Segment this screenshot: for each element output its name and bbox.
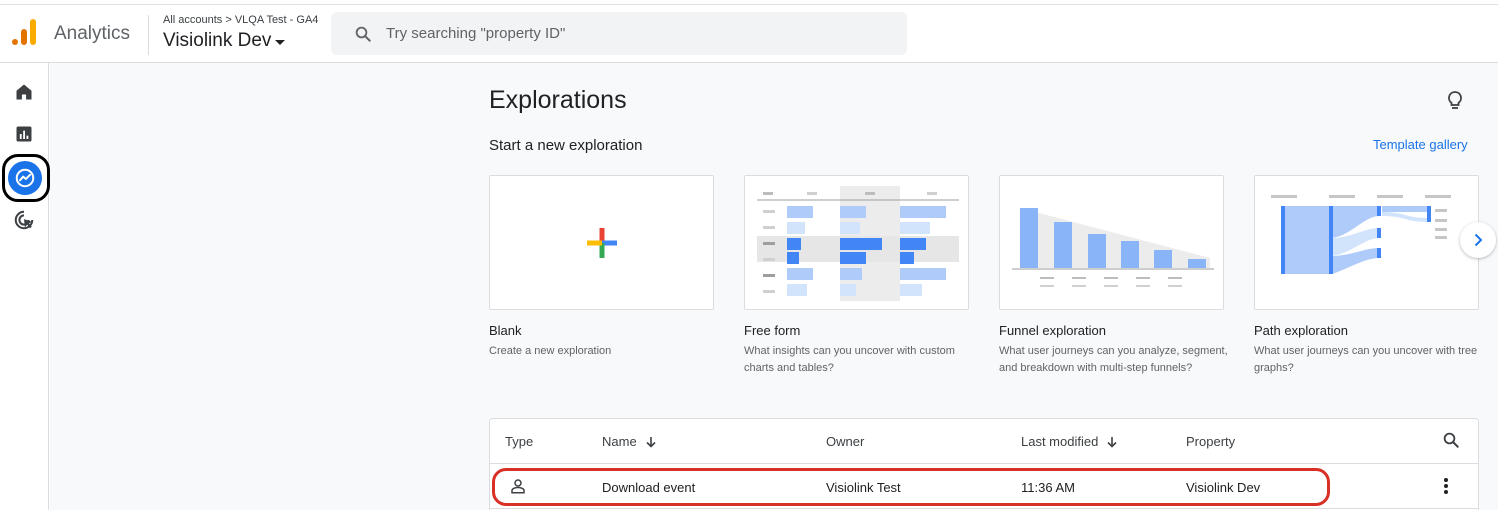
plus-icon — [587, 228, 617, 258]
section-title: Start a new exploration — [489, 137, 643, 154]
table-header: Type Name Owner Last modified Property — [490, 419, 1478, 464]
template-card-path[interactable] — [1254, 175, 1479, 310]
path-illustration-icon — [1271, 195, 1451, 274]
column-header-property[interactable]: Property — [1186, 434, 1235, 449]
column-label: Name — [602, 434, 637, 449]
table-search-button[interactable] — [1442, 431, 1460, 454]
free-form-illustration-icon — [757, 186, 959, 301]
row-more-button[interactable] — [1443, 477, 1449, 500]
account-breadcrumb[interactable]: All accounts > VLQA Test - GA4 — [163, 14, 318, 26]
template-title-path: Path exploration — [1254, 323, 1348, 338]
column-label: Last modified — [1021, 434, 1099, 449]
column-label: Type — [505, 434, 534, 449]
property-selector[interactable]: Visiolink Dev — [163, 30, 286, 52]
search-bar[interactable] — [331, 12, 907, 55]
funnel-illustration-icon — [1012, 208, 1214, 287]
explore-icon — [15, 168, 35, 188]
column-label: Owner — [826, 434, 865, 449]
search-input[interactable] — [386, 25, 846, 42]
analytics-logo-icon[interactable] — [12, 19, 38, 47]
column-header-owner[interactable]: Owner — [826, 434, 864, 449]
person-icon — [511, 479, 525, 494]
nav-explore[interactable] — [8, 161, 42, 195]
more-vert-icon — [1444, 478, 1448, 494]
template-desc-blank: Create a new exploration — [489, 345, 612, 357]
template-title-blank: Blank — [489, 323, 522, 338]
top-header: Analytics All accounts > VLQA Test - GA4… — [0, 5, 1498, 63]
table-row[interactable]: Download event Visiolink Test 11:36 AM V… — [490, 465, 1478, 509]
template-gallery-link[interactable]: Template gallery — [1373, 137, 1468, 152]
search-icon — [355, 26, 371, 42]
column-header-type: Type — [505, 434, 533, 449]
template-desc-funnel: What user journeys can you analyze, segm… — [999, 345, 1228, 374]
carousel-next-button[interactable] — [1460, 222, 1496, 258]
insights-button[interactable] — [1447, 90, 1463, 117]
explorations-table: Type Name Owner Last modified Property D… — [489, 418, 1479, 510]
nav-advertising[interactable] — [10, 206, 38, 234]
column-label: Property — [1186, 434, 1236, 449]
chevron-right-icon — [1474, 233, 1483, 247]
nav-reports[interactable] — [10, 120, 38, 148]
column-header-name[interactable]: Name — [602, 434, 657, 449]
advertising-icon — [14, 210, 34, 230]
main-content: Explorations Start a new exploration Tem… — [50, 63, 1498, 510]
app-name: Analytics — [54, 23, 131, 44]
page-title: Explorations — [489, 86, 627, 114]
sort-arrow-down-icon — [646, 436, 656, 448]
sort-arrow-down-icon — [1107, 436, 1117, 448]
column-header-last-modified[interactable]: Last modified — [1021, 434, 1118, 449]
dropdown-caret-icon — [275, 40, 286, 45]
property-name: Visiolink Dev — [163, 30, 272, 51]
home-icon — [16, 84, 32, 100]
template-title-free-form: Free form — [744, 323, 801, 338]
exploration-name[interactable]: Download event — [602, 480, 695, 495]
template-title-funnel: Funnel exploration — [999, 323, 1106, 338]
template-desc-path: What user journeys can you uncover with … — [1254, 345, 1478, 374]
exploration-owner: Visiolink Test — [826, 480, 901, 495]
reports-icon — [16, 126, 32, 142]
search-icon — [1443, 432, 1459, 448]
template-card-free-form[interactable] — [744, 175, 969, 310]
template-desc-free-form: What insights can you uncover with custo… — [744, 345, 955, 374]
template-card-blank[interactable] — [489, 175, 714, 310]
exploration-last-modified: 11:36 AM — [1021, 480, 1075, 495]
lightbulb-icon — [1448, 91, 1462, 109]
header-divider — [148, 15, 149, 55]
nav-home[interactable] — [10, 78, 38, 106]
nav-rail — [0, 63, 50, 510]
exploration-property: Visiolink Dev — [1186, 480, 1261, 495]
template-card-funnel[interactable] — [999, 175, 1224, 310]
